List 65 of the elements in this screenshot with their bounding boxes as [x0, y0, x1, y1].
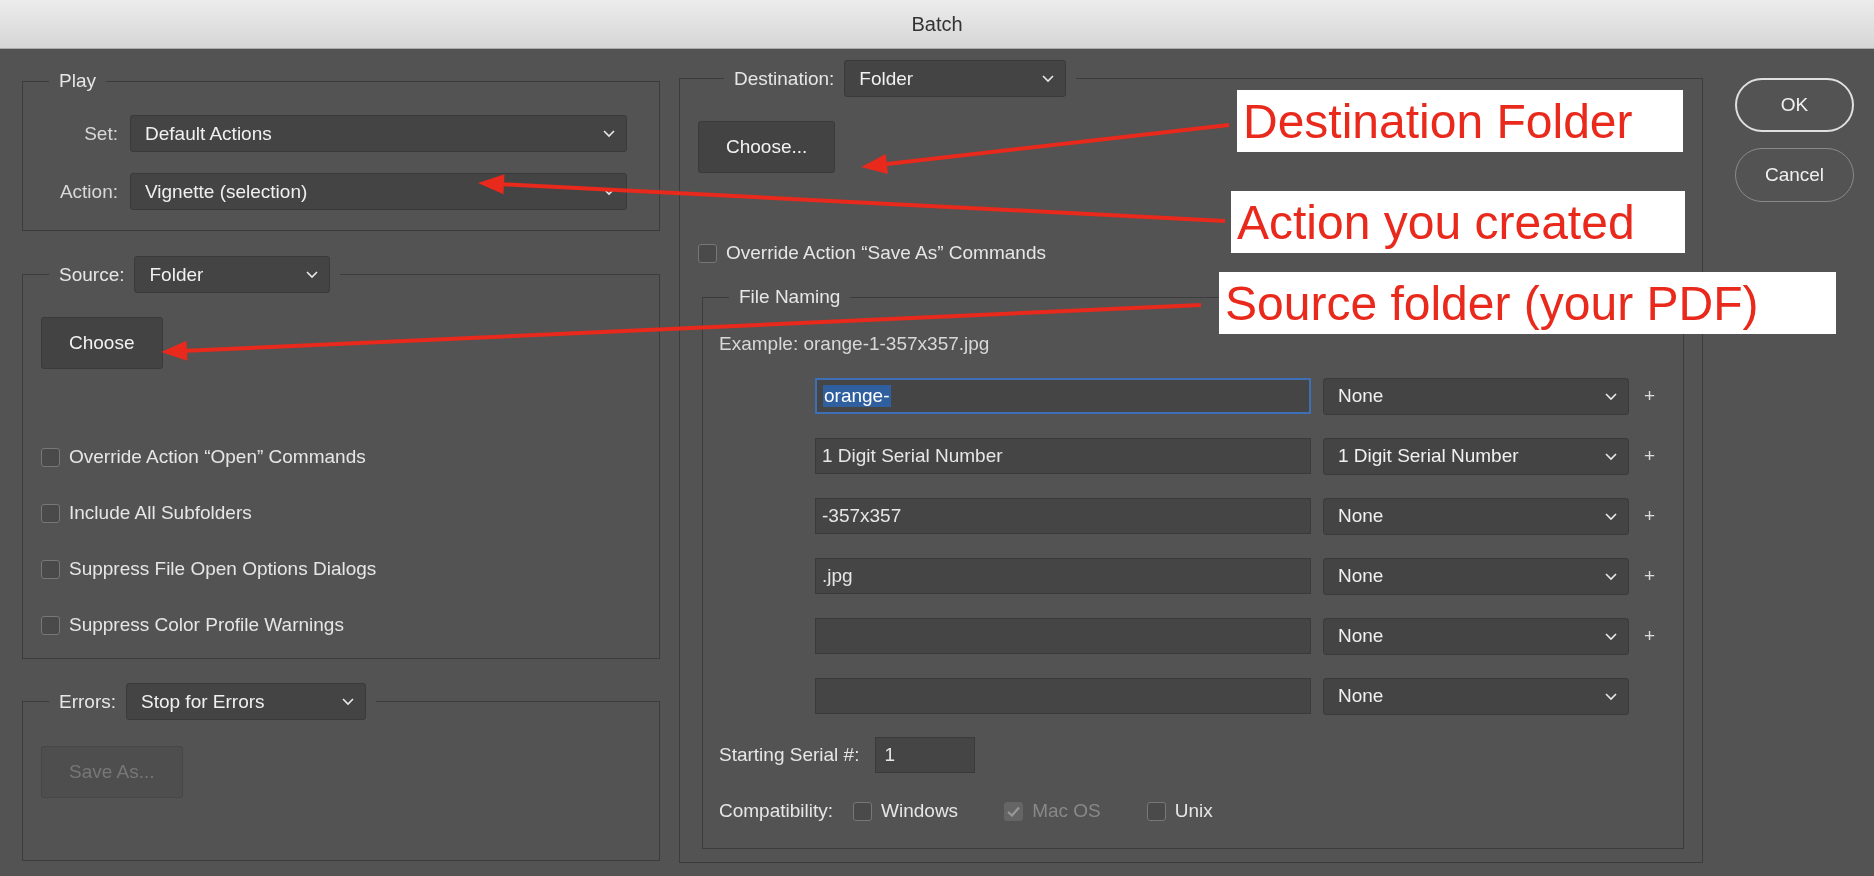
dropdown[interactable]: 1 Digit Serial Number — [1323, 437, 1629, 475]
dropdown[interactable]: None — [1323, 677, 1629, 715]
checkbox-label: Override Action “Open” Commands — [69, 446, 366, 468]
checkbox[interactable] — [41, 615, 60, 635]
checkbox[interactable] — [1146, 801, 1166, 821]
dropdown[interactable]: None — [1323, 557, 1629, 595]
chevron-icon — [1604, 571, 1618, 581]
choose-button[interactable]: Choose — [41, 317, 163, 369]
chevron-icon — [602, 129, 616, 138]
ok-button[interactable]: OK — [1735, 78, 1854, 132]
checkbox-label: Include All Subfolders — [69, 502, 252, 524]
window-title: Batch — [911, 12, 963, 36]
checkbox[interactable] — [41, 559, 60, 579]
input-field[interactable] — [815, 618, 1311, 654]
chevron-icon — [1604, 511, 1618, 521]
checkbox-label: Unix — [1174, 800, 1213, 822]
add-button[interactable]: + — [1644, 565, 1656, 587]
checkbox[interactable] — [698, 243, 717, 263]
input-field[interactable]: .jpg — [815, 558, 1311, 594]
checkbox-label: Windows — [881, 800, 959, 822]
input-field[interactable] — [815, 678, 1311, 714]
chevron-icon — [341, 697, 355, 706]
chevron-icon — [1604, 391, 1618, 401]
chevron-icon — [305, 270, 320, 279]
checkbox-label: Suppress Color Profile Warnings — [69, 614, 344, 636]
checkbox-label: Override Action “Save As” Commands — [726, 242, 1046, 264]
input-field[interactable]: -357x357 — [815, 498, 1311, 534]
destination-label: Destination: — [734, 67, 835, 90]
input-field[interactable]: 1 — [875, 737, 976, 773]
group-title: Play — [59, 70, 96, 92]
group-title: File Naming — [739, 286, 841, 308]
serial-label: Starting Serial #: — [719, 744, 860, 766]
errors-label: Errors: — [59, 690, 116, 713]
add-button[interactable]: + — [1644, 625, 1656, 647]
example-text: Example: orange-1-357x357.jpg — [719, 333, 991, 355]
check-icon — [1007, 805, 1021, 817]
dropdown[interactable]: Folder — [134, 256, 331, 293]
checkbox[interactable] — [41, 447, 60, 467]
dropdown[interactable]: None — [1323, 377, 1629, 415]
checkbox[interactable] — [41, 503, 60, 523]
chevron-icon — [1604, 691, 1618, 701]
annotation-label: Action you created — [1231, 191, 1685, 253]
chevron-icon — [1604, 451, 1618, 461]
checkbox[interactable] — [853, 801, 873, 821]
source-label: Source: — [59, 263, 125, 286]
choose-button[interactable]: Choose... — [698, 121, 836, 173]
checkbox-label: Suppress File Open Options Dialogs — [69, 558, 377, 580]
add-button[interactable]: + — [1644, 445, 1656, 467]
chevron-icon — [1604, 631, 1618, 641]
annotation-label: Source folder (your PDF) — [1219, 272, 1836, 334]
chevron-icon — [1041, 74, 1056, 83]
input-field[interactable]: 1 Digit Serial Number — [815, 438, 1311, 474]
dropdown[interactable]: None — [1323, 617, 1629, 655]
dropdown[interactable]: Stop for Errors — [126, 683, 366, 720]
dropdown[interactable]: Vignette (selection) — [130, 173, 627, 210]
action-label: Action: — [58, 180, 118, 203]
add-button[interactable]: + — [1644, 385, 1656, 407]
annotation-label: Destination Folder — [1237, 90, 1683, 152]
set-label: Set: — [83, 122, 118, 145]
input-field[interactable]: orange- — [815, 378, 1311, 414]
dropdown[interactable]: Folder — [844, 60, 1067, 97]
compatibility-label: Compatibility: — [719, 800, 834, 822]
dropdown[interactable]: Default Actions — [130, 115, 627, 152]
add-button[interactable]: + — [1644, 505, 1656, 527]
dropdown[interactable]: None — [1323, 497, 1629, 535]
